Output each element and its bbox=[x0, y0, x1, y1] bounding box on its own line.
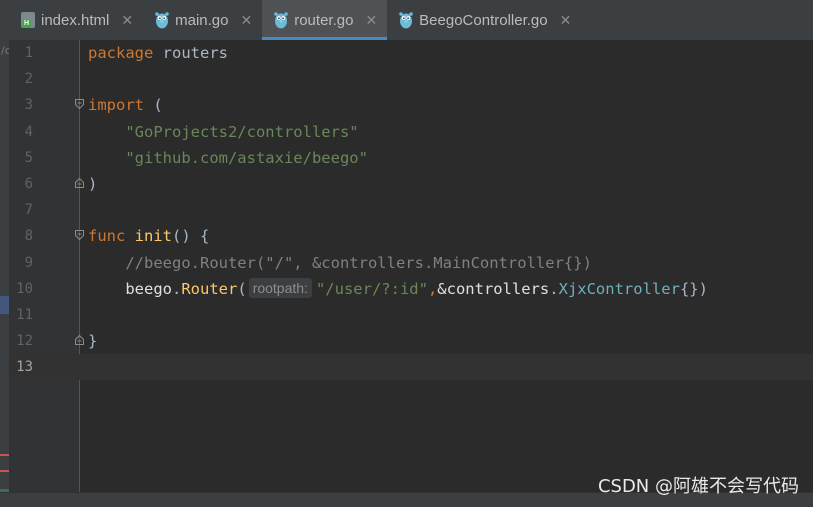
tab-label: main.go bbox=[175, 11, 229, 29]
fold-close-icon[interactable] bbox=[75, 335, 84, 346]
editor-tab-bar: index.html ✕ main.go ✕ router.go ✕ bbox=[9, 0, 813, 41]
code-text: } bbox=[88, 328, 97, 354]
tab-label: index.html bbox=[41, 11, 110, 29]
left-strip-error-marker bbox=[0, 470, 9, 472]
left-strip-marker bbox=[0, 296, 9, 314]
punctuation: {}) bbox=[679, 279, 708, 298]
code-line[interactable]: 1 package routers bbox=[9, 40, 813, 66]
function-call: Router bbox=[181, 279, 238, 298]
line-number: 7 bbox=[24, 202, 33, 219]
close-icon[interactable]: ✕ bbox=[240, 12, 252, 29]
line-number: 6 bbox=[24, 175, 33, 192]
line-number: 1 bbox=[24, 45, 33, 61]
tab-label: BeegoController.go bbox=[419, 11, 548, 29]
package-name: routers bbox=[153, 44, 228, 62]
code-text: "github.com/astaxie/beego" bbox=[88, 145, 368, 171]
line-number: 4 bbox=[24, 123, 33, 140]
line-number: 9 bbox=[24, 254, 33, 271]
code-line[interactable]: 4 "GoProjects2/controllers" bbox=[9, 119, 813, 145]
tab-main-go[interactable]: main.go ✕ bbox=[143, 0, 262, 40]
line-number: 11 bbox=[16, 306, 33, 323]
punctuation: ( bbox=[144, 96, 163, 115]
line-number: 5 bbox=[24, 149, 33, 166]
string-literal: "GoProjects2/controllers" bbox=[125, 122, 359, 141]
fold-close-icon[interactable] bbox=[75, 177, 84, 188]
type-name: XjxController bbox=[558, 279, 680, 298]
watermark: CSDN @阿雄不会写代码 bbox=[597, 476, 799, 497]
code-line-current[interactable]: 13 bbox=[9, 354, 813, 381]
code-line[interactable]: 8 func init() { bbox=[9, 223, 813, 249]
package-ref: beego bbox=[125, 279, 172, 298]
left-strip-error-marker bbox=[0, 454, 9, 456]
code-text: //beego.Router("/", &controllers.MainCon… bbox=[88, 250, 592, 276]
code-text: beego.Router(rootpath: "/user/?:id",&cont… bbox=[88, 276, 708, 302]
tab-label: router.go bbox=[294, 11, 354, 29]
close-icon[interactable]: ✕ bbox=[560, 12, 572, 29]
line-number: 3 bbox=[24, 97, 33, 114]
fold-open-icon[interactable] bbox=[75, 230, 84, 241]
punctuation: , bbox=[427, 279, 438, 298]
line-number: 10 bbox=[16, 280, 33, 297]
code-text: func init() { bbox=[88, 223, 209, 249]
code-line[interactable]: 2 bbox=[9, 66, 813, 92]
go-file-icon bbox=[274, 12, 289, 29]
punctuation: . bbox=[549, 279, 559, 298]
code-lines: 1 package routers 2 3 import ( 4 "GoProj… bbox=[9, 40, 813, 381]
go-file-icon bbox=[155, 12, 169, 29]
code-line[interactable]: 9 //beego.Router("/", &controllers.MainC… bbox=[9, 250, 813, 276]
punctuation: } bbox=[88, 332, 98, 351]
code-line[interactable]: 12 } bbox=[9, 328, 813, 354]
string-literal: "/user/?:id" bbox=[315, 279, 428, 298]
go-file-icon bbox=[399, 12, 413, 29]
code-line[interactable]: 11 bbox=[9, 302, 813, 328]
line-number: 2 bbox=[24, 71, 33, 88]
line-number: 12 bbox=[16, 333, 33, 350]
html-file-icon bbox=[21, 12, 35, 28]
punctuation: ) bbox=[88, 174, 98, 193]
line-number: 13 bbox=[16, 359, 33, 376]
fold-open-icon[interactable] bbox=[75, 99, 84, 110]
tab-beegocontroller-go[interactable]: BeegoController.go ✕ bbox=[387, 0, 581, 40]
code-line[interactable]: 5 "github.com/astaxie/beego" bbox=[9, 145, 813, 171]
keyword: package bbox=[88, 44, 154, 62]
left-tool-strip: /c bbox=[0, 0, 11, 507]
parameter-hint: rootpath: bbox=[248, 277, 312, 298]
keyword: func bbox=[88, 227, 126, 246]
comment: //beego.Router("/", &controllers.MainCon… bbox=[125, 253, 592, 272]
code-line[interactable]: 10 beego.Router(rootpath: "/user/?:id",&c… bbox=[9, 276, 813, 302]
code-text: ) bbox=[88, 171, 97, 197]
tab-index-html[interactable]: index.html ✕ bbox=[9, 0, 143, 40]
line-number: 8 bbox=[24, 228, 33, 245]
close-icon[interactable]: ✕ bbox=[365, 12, 377, 29]
string-literal: "github.com/astaxie/beego" bbox=[125, 148, 368, 167]
tab-router-go[interactable]: router.go ✕ bbox=[262, 0, 388, 40]
code-line[interactable]: 3 import ( bbox=[9, 92, 813, 118]
code-line[interactable]: 7 bbox=[9, 197, 813, 223]
punctuation: ( bbox=[237, 279, 247, 298]
punctuation: () { bbox=[172, 227, 210, 246]
keyword: import bbox=[88, 96, 144, 115]
close-icon[interactable]: ✕ bbox=[121, 12, 133, 29]
function-name: init bbox=[134, 227, 172, 246]
code-text: "GoProjects2/controllers" bbox=[88, 119, 359, 145]
code-line[interactable]: 6 ) bbox=[9, 171, 813, 197]
code-text: import ( bbox=[88, 92, 163, 118]
punctuation: . bbox=[172, 279, 182, 298]
package-ref: &controllers bbox=[437, 279, 550, 298]
code-text: package routers bbox=[88, 40, 228, 66]
